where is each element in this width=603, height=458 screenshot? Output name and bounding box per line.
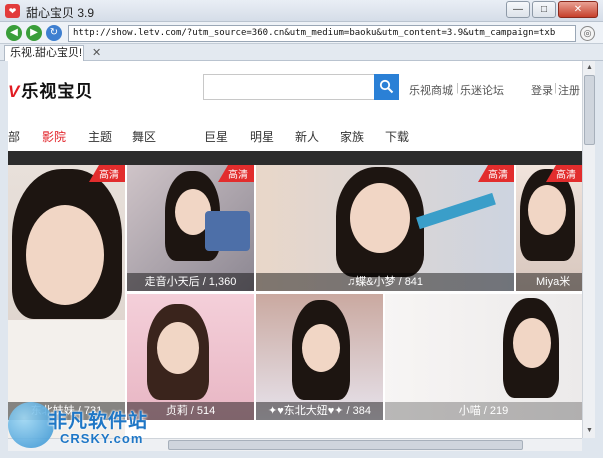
nav-item-cinema[interactable]: 影院 bbox=[42, 128, 66, 145]
nav-item[interactable]: 部 bbox=[8, 128, 20, 145]
search-input[interactable] bbox=[203, 74, 375, 100]
window-titlebar: ❤ 甜心宝贝 3.9 — □ ✕ bbox=[0, 0, 603, 22]
web-viewport: V乐视宝贝 乐视商城 | 乐迷论坛 登录 | 注册 部 影院 主题 舞区 巨星 … bbox=[8, 61, 582, 438]
stream-caption: Miya米 bbox=[516, 273, 582, 291]
watermark-en: CRSKY.com bbox=[60, 431, 144, 446]
app-heart-icon: ❤ bbox=[5, 4, 20, 18]
stream-caption: 小喵 / 219 bbox=[385, 402, 582, 420]
vertical-scrollbar[interactable]: ▲ ▼ bbox=[582, 61, 595, 438]
window-controls: — □ ✕ bbox=[506, 1, 598, 18]
logo-v: V bbox=[8, 82, 21, 101]
tab-letv[interactable]: 乐视.甜心宝贝! bbox=[4, 45, 84, 61]
nav-item-dance[interactable]: 舞区 bbox=[132, 128, 156, 145]
thumbnail-mic-arm bbox=[416, 192, 496, 230]
thumbnail-face bbox=[528, 185, 566, 235]
refresh-icon[interactable]: ↻ bbox=[46, 25, 62, 41]
hd-badge: 高清 bbox=[89, 165, 125, 182]
nav-item-download[interactable]: 下载 bbox=[385, 128, 409, 145]
site-logo[interactable]: V乐视宝贝 bbox=[8, 77, 93, 102]
thumbnail-face bbox=[513, 318, 551, 368]
stream-caption: ♫蝶&小梦 / 841 bbox=[256, 273, 514, 291]
register-link[interactable]: 注册 bbox=[558, 82, 580, 98]
watermark-cn: 非凡软件站 bbox=[48, 411, 149, 432]
mall-link[interactable]: 乐视商城 bbox=[409, 82, 453, 98]
hd-badge: 高清 bbox=[546, 165, 582, 182]
tab-strip: 乐视.甜心宝贝! ✕ bbox=[0, 44, 603, 61]
stream-caption: 走音小天后 / 1,360 bbox=[127, 273, 254, 291]
nav-item-newcomer[interactable]: 新人 bbox=[295, 128, 319, 145]
forum-link[interactable]: 乐迷论坛 bbox=[460, 82, 504, 98]
nav-item-family[interactable]: 家族 bbox=[340, 128, 364, 145]
nav-item-star[interactable]: 明星 bbox=[250, 128, 274, 145]
stream-tile[interactable]: ✦♥东北大妞♥✦ / 384 bbox=[256, 294, 383, 420]
content-band bbox=[8, 151, 582, 165]
search-button[interactable] bbox=[374, 74, 399, 100]
stream-tile[interactable]: 高清 走音小天后 / 1,360 bbox=[127, 165, 254, 291]
login-link[interactable]: 登录 bbox=[531, 82, 553, 98]
thumbnail-mic bbox=[205, 211, 250, 251]
back-arrow-icon[interactable]: ◀ bbox=[6, 25, 22, 41]
thumbnail-face bbox=[157, 322, 199, 374]
go-icon[interactable]: ◎ bbox=[580, 26, 595, 41]
minimize-button[interactable]: — bbox=[506, 1, 530, 18]
stream-tile[interactable]: 小喵 / 219 bbox=[385, 294, 582, 420]
maximize-button[interactable]: □ bbox=[532, 1, 556, 18]
watermark: 非凡软件站 CRSKY.com bbox=[8, 398, 188, 454]
url-input[interactable]: http://show.letv.com/?utm_source=360.cn&… bbox=[68, 25, 576, 42]
scroll-thumb[interactable] bbox=[168, 440, 523, 450]
scroll-thumb[interactable] bbox=[584, 75, 595, 145]
stream-tile[interactable]: 高清 ♫蝶&小梦 / 841 bbox=[256, 165, 514, 291]
thumbnail-face bbox=[26, 205, 104, 305]
nav-item-superstar[interactable]: 巨星 bbox=[204, 128, 228, 145]
scroll-down-icon[interactable]: ▼ bbox=[584, 425, 595, 436]
stream-tile[interactable]: 高清 Miya米 bbox=[516, 165, 582, 291]
hd-badge: 高清 bbox=[478, 165, 514, 182]
header-divider: | bbox=[554, 82, 557, 94]
nav-item-theme[interactable]: 主题 bbox=[88, 128, 112, 145]
header-divider: | bbox=[456, 82, 459, 94]
window-title: 甜心宝贝 3.9 bbox=[26, 6, 95, 20]
forward-arrow-icon[interactable]: ▶ bbox=[26, 25, 42, 41]
tab-close-icon[interactable]: ✕ bbox=[92, 46, 101, 59]
thumbnail-face bbox=[302, 324, 340, 372]
search-icon bbox=[379, 79, 394, 94]
logo-text: 乐视宝贝 bbox=[21, 82, 94, 101]
close-button[interactable]: ✕ bbox=[558, 1, 598, 18]
hd-badge: 高清 bbox=[218, 165, 254, 182]
thumbnail-face bbox=[350, 183, 410, 253]
scroll-up-icon[interactable]: ▲ bbox=[584, 62, 595, 73]
stream-caption: ✦♥东北大妞♥✦ / 384 bbox=[256, 402, 383, 420]
address-toolbar: ◀ ▶ ↻ http://show.letv.com/?utm_source=3… bbox=[0, 22, 603, 44]
